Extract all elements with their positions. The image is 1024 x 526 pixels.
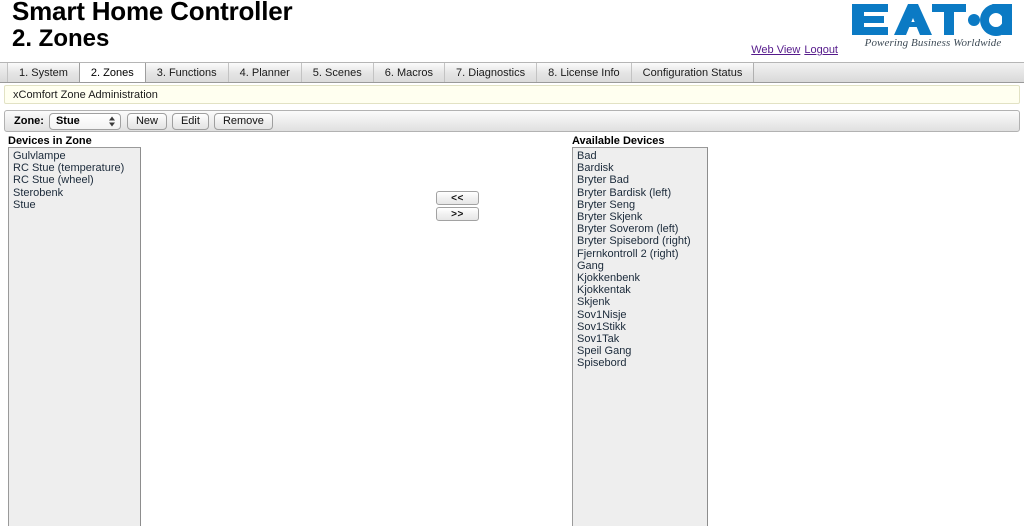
- list-item[interactable]: Bardisk: [573, 162, 707, 174]
- tab-zones[interactable]: 2. Zones: [78, 63, 146, 82]
- list-item[interactable]: Sterobenk: [9, 187, 140, 199]
- list-item[interactable]: Gulvlampe: [9, 150, 140, 162]
- available-devices-heading: Available Devices: [572, 135, 665, 147]
- available-devices-listbox[interactable]: Bad Bardisk Bryter Bad Bryter Bardisk (l…: [572, 147, 708, 526]
- tabbar-filler: [753, 63, 1024, 82]
- transfer-buttons: << >>: [436, 191, 479, 223]
- list-item[interactable]: Kjokkentak: [573, 284, 707, 296]
- info-bar-text: xComfort Zone Administration: [13, 88, 158, 101]
- remove-zone-button[interactable]: Remove: [213, 112, 273, 130]
- list-item[interactable]: Bryter Spisebord (right): [573, 235, 707, 247]
- list-item[interactable]: Sov1Nisje: [573, 309, 707, 321]
- new-zone-button[interactable]: New: [126, 112, 167, 130]
- list-item[interactable]: Bryter Bad: [573, 174, 707, 186]
- tab-system[interactable]: 1. System: [7, 63, 80, 82]
- page-header: Smart Home Controller 2. Zones Powering …: [0, 0, 1024, 59]
- list-item[interactable]: Sov1Tak: [573, 333, 707, 345]
- list-item[interactable]: Bryter Bardisk (left): [573, 187, 707, 199]
- page-title: 2. Zones: [12, 25, 110, 52]
- zone-label: Zone:: [14, 115, 44, 127]
- main-tabbar: 1. System 2. Zones 3. Functions 4. Plann…: [0, 62, 1024, 83]
- devices-in-zone-listbox[interactable]: Gulvlampe RC Stue (temperature) RC Stue …: [8, 147, 141, 526]
- move-right-button[interactable]: >>: [436, 207, 479, 221]
- updown-chevron-icon: [109, 115, 116, 128]
- list-item[interactable]: Stue: [9, 199, 140, 211]
- tab-scenes[interactable]: 5. Scenes: [300, 63, 374, 82]
- zone-select-value: Stue: [55, 115, 80, 127]
- list-item[interactable]: RC Stue (temperature): [9, 162, 140, 174]
- tab-planner[interactable]: 4. Planner: [227, 63, 302, 82]
- list-item[interactable]: Bad: [573, 150, 707, 162]
- tab-functions[interactable]: 3. Functions: [144, 63, 229, 82]
- list-item[interactable]: Sov1Stikk: [573, 321, 707, 333]
- list-item[interactable]: Bryter Soverom (left): [573, 223, 707, 235]
- list-item[interactable]: Bryter Skjenk: [573, 211, 707, 223]
- app-title: Smart Home Controller: [12, 0, 293, 26]
- zone-toolbar: Zone: Stue New Edit Remove: [4, 110, 1020, 132]
- devices-in-zone-heading: Devices in Zone: [8, 135, 92, 147]
- eaton-logo-tagline: Powering Business Worldwide: [864, 37, 1002, 49]
- move-left-button[interactable]: <<: [436, 191, 479, 205]
- tab-diagnostics[interactable]: 7. Diagnostics: [444, 63, 538, 82]
- tab-license-info[interactable]: 8. License Info: [536, 63, 632, 82]
- list-item[interactable]: Bryter Seng: [573, 199, 707, 211]
- eaton-logo: Powering Business Worldwide: [850, 2, 1016, 49]
- eaton-logo-mark: [852, 4, 1013, 36]
- info-bar: xComfort Zone Administration: [4, 85, 1020, 104]
- tab-configuration-status[interactable]: Configuration Status: [630, 63, 755, 82]
- list-item[interactable]: RC Stue (wheel): [9, 174, 140, 186]
- tab-macros[interactable]: 6. Macros: [372, 63, 446, 82]
- zone-select[interactable]: Stue: [48, 112, 121, 130]
- list-item[interactable]: Skjenk: [573, 296, 707, 308]
- logout-link[interactable]: Logout: [804, 44, 838, 56]
- header-links: Web View Logout: [751, 44, 838, 56]
- list-item[interactable]: Kjokkenbenk: [573, 272, 707, 284]
- edit-zone-button[interactable]: Edit: [171, 112, 209, 130]
- page-root: Smart Home Controller 2. Zones Powering …: [0, 0, 1024, 526]
- web-view-link[interactable]: Web View: [751, 44, 800, 56]
- list-item[interactable]: Fjernkontroll 2 (right): [573, 248, 707, 260]
- list-item[interactable]: Gang: [573, 260, 707, 272]
- list-item[interactable]: Spisebord: [573, 357, 707, 369]
- list-item[interactable]: Speil Gang: [573, 345, 707, 357]
